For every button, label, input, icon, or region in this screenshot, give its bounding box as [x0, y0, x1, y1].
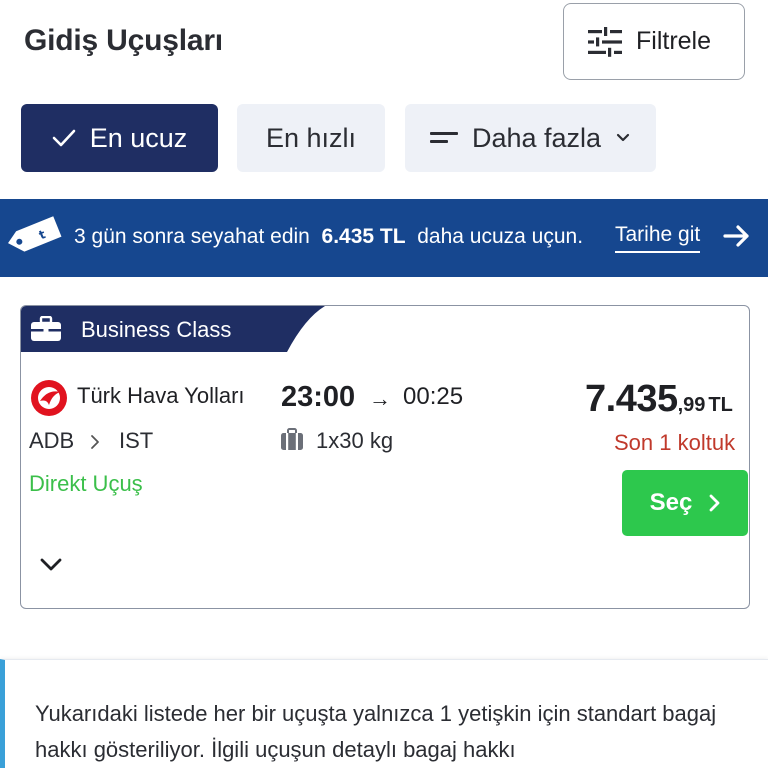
- filter-button[interactable]: Filtrele: [563, 3, 745, 80]
- sliders-icon: [588, 26, 622, 57]
- price: 7.435,99 TL: [585, 378, 733, 421]
- price-tag-icon: t: [8, 216, 62, 252]
- arrow-right-icon[interactable]: [722, 221, 752, 251]
- sort-options: En ucuz En hızlı Daha fazla: [0, 104, 768, 172]
- flight-card: Business Class Türk Hava Yolları 23:00 →…: [20, 305, 750, 609]
- airline-name: Türk Hava Yolları: [77, 383, 245, 408]
- select-flight-button[interactable]: Seç: [622, 470, 748, 536]
- baggage-info-box: Yukarıdaki listede her bir uçuşta yalnız…: [0, 659, 768, 768]
- origin-airport: ADB: [29, 428, 75, 453]
- sort-cheapest-label: En ucuz: [89, 122, 188, 153]
- filter-button-label: Filtrele: [636, 27, 712, 55]
- sort-more-label: Daha fazla: [471, 122, 602, 153]
- direct-flight-label: Direkt Uçuş: [29, 471, 143, 496]
- chevron-down-icon: [616, 133, 630, 142]
- sort-cheapest-chip[interactable]: En ucuz: [21, 104, 218, 172]
- baggage-info-text: Yukarıdaki listede her bir uçuşta yalnız…: [35, 701, 717, 762]
- briefcase-icon: [31, 316, 61, 341]
- promo-amount: 6.435 TL: [321, 225, 406, 248]
- chevron-right-icon: [709, 494, 720, 512]
- date-suggestion-banner: t 3 gün sonra seyahat edin 6.435 TL daha…: [0, 199, 768, 277]
- go-to-date-link[interactable]: Tarihe git: [615, 223, 701, 253]
- sort-fastest-label: En hızlı: [265, 122, 357, 153]
- price-main: 7.435: [585, 378, 678, 420]
- luggage-icon: [281, 428, 303, 450]
- departure-time: 23:00: [281, 381, 356, 413]
- check-icon: [52, 129, 76, 147]
- turkish-airlines-logo: [31, 380, 67, 416]
- time-arrow: →: [369, 386, 391, 411]
- promo-message-prefix: 3 gün sonra seyahat edin: [74, 225, 310, 248]
- price-currency: TL: [708, 394, 733, 416]
- select-button-label: Seç: [649, 489, 693, 516]
- header: Gidiş Uçuşları Filtrele: [0, 0, 768, 92]
- page-title: Gidiş Uçuşları: [24, 24, 223, 57]
- expand-details-icon[interactable]: [39, 556, 63, 572]
- promo-message: 3 gün sonra seyahat edin 6.435 TL daha u…: [74, 225, 583, 249]
- sort-fastest-chip[interactable]: En hızlı: [237, 104, 385, 172]
- sort-lines-icon: [429, 132, 458, 143]
- seats-left-warning: Son 1 koltuk: [614, 430, 736, 455]
- price-decimal: ,99: [677, 394, 706, 416]
- baggage-allowance: 1x30 kg: [316, 428, 394, 453]
- promo-message-suffix: daha ucuza uçun.: [417, 225, 584, 248]
- destination-airport: IST: [119, 428, 154, 453]
- chevron-right-icon: [91, 435, 99, 449]
- sort-more-dropdown[interactable]: Daha fazla: [405, 104, 656, 172]
- arrival-time: 00:25: [403, 383, 464, 410]
- cabin-class-label: Business Class: [81, 317, 232, 342]
